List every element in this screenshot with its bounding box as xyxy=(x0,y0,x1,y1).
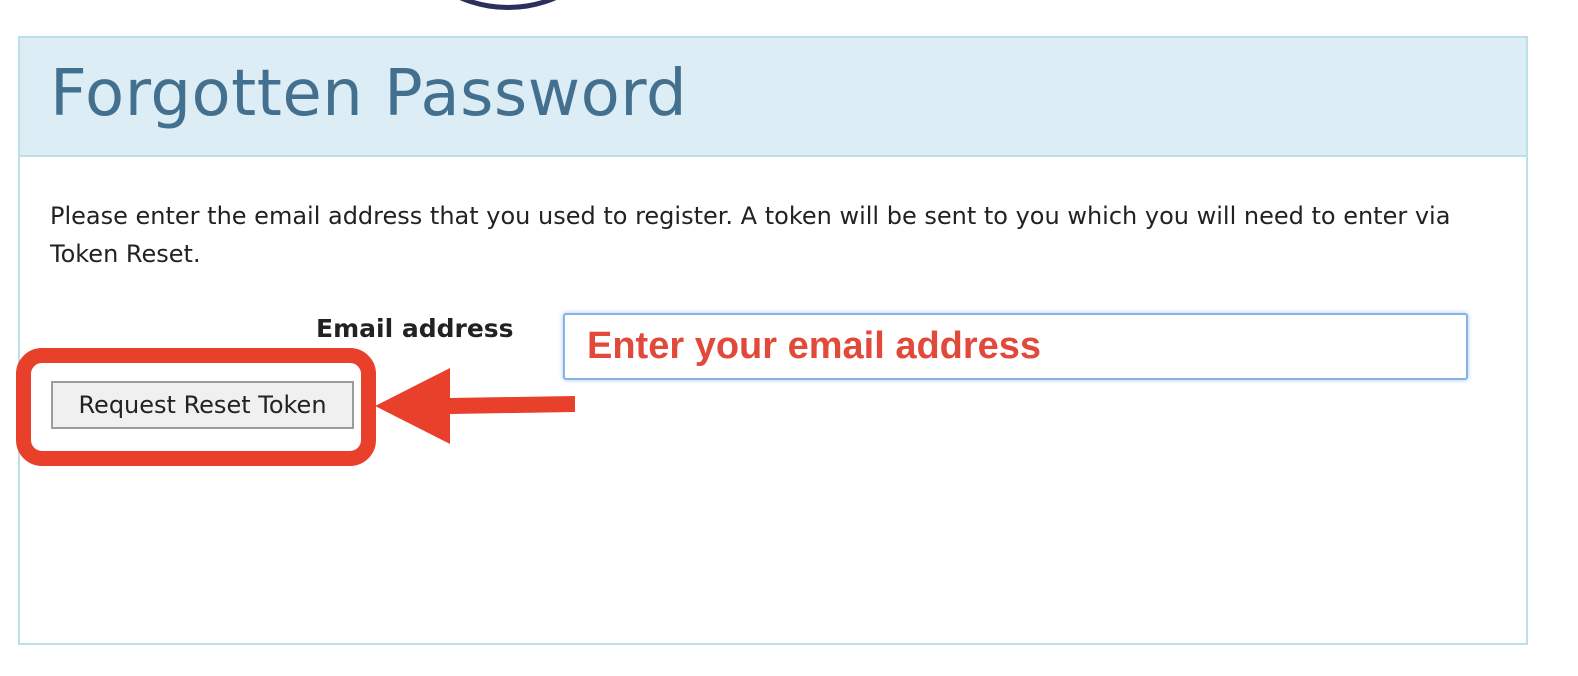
email-field[interactable] xyxy=(563,313,1468,380)
panel-heading: Forgotten Password xyxy=(20,38,1526,157)
page-title: Forgotten Password xyxy=(50,57,688,131)
site-logo xyxy=(408,0,608,10)
request-reset-token-button[interactable]: Request Reset Token xyxy=(51,381,354,429)
email-label: Email address xyxy=(316,314,514,343)
instructions-text: Please enter the email address that you … xyxy=(50,202,1451,268)
forgotten-password-panel: Forgotten Password Please enter the emai… xyxy=(18,36,1528,645)
